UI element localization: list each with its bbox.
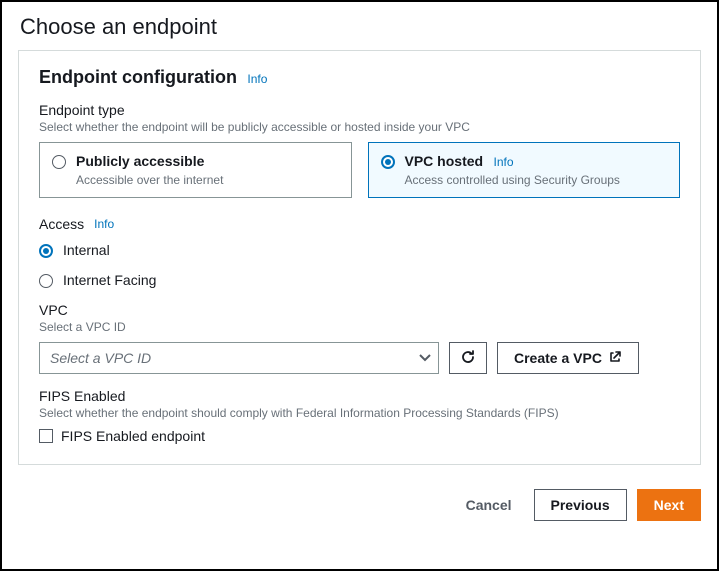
checkbox-icon bbox=[39, 429, 53, 443]
access-label: Access bbox=[39, 216, 84, 232]
refresh-icon bbox=[460, 349, 476, 368]
card-desc: Accessible over the internet bbox=[76, 173, 339, 187]
create-vpc-button[interactable]: Create a VPC bbox=[497, 342, 639, 374]
radio-icon bbox=[52, 155, 66, 169]
access-info-link[interactable]: Info bbox=[94, 217, 114, 231]
radio-icon bbox=[381, 155, 395, 169]
previous-button[interactable]: Previous bbox=[534, 489, 627, 521]
next-button[interactable]: Next bbox=[637, 489, 701, 521]
access-radio-internet-facing[interactable]: Internet Facing bbox=[39, 272, 680, 288]
refresh-button[interactable] bbox=[449, 342, 487, 374]
endpoint-type-section: Endpoint type Select whether the endpoin… bbox=[19, 102, 700, 212]
panel-info-link[interactable]: Info bbox=[247, 72, 267, 86]
vpc-card-info-link[interactable]: Info bbox=[494, 155, 514, 169]
endpoint-type-label: Endpoint type bbox=[39, 102, 680, 118]
vpc-desc: Select a VPC ID bbox=[39, 320, 680, 334]
vpc-label: VPC bbox=[39, 302, 680, 318]
vpc-select[interactable]: Select a VPC ID bbox=[39, 342, 439, 374]
radio-icon bbox=[39, 274, 53, 288]
card-title: Publicly accessible bbox=[76, 153, 204, 169]
vpc-section: VPC Select a VPC ID Select a VPC ID Crea… bbox=[19, 302, 700, 388]
radio-label: Internet Facing bbox=[63, 272, 156, 288]
fips-label: FIPS Enabled bbox=[39, 388, 680, 404]
vpc-select-placeholder: Select a VPC ID bbox=[50, 350, 151, 366]
external-link-icon bbox=[608, 350, 622, 367]
panel-header: Endpoint configuration Info bbox=[19, 51, 700, 102]
endpoint-card-vpc[interactable]: VPC hosted Info Access controlled using … bbox=[368, 142, 681, 198]
card-title: VPC hosted bbox=[405, 153, 484, 169]
endpoint-type-desc: Select whether the endpoint will be publ… bbox=[39, 120, 680, 134]
fips-desc: Select whether the endpoint should compl… bbox=[39, 406, 680, 420]
access-section: Access Info Internal Internet Facing bbox=[19, 216, 700, 302]
endpoint-card-public[interactable]: Publicly accessible Accessible over the … bbox=[39, 142, 352, 198]
wizard-footer: Cancel Previous Next bbox=[2, 477, 717, 535]
fips-checkbox-row[interactable]: FIPS Enabled endpoint bbox=[39, 428, 680, 444]
radio-icon bbox=[39, 244, 53, 258]
cancel-button[interactable]: Cancel bbox=[454, 491, 524, 519]
access-radio-internal[interactable]: Internal bbox=[39, 242, 680, 258]
create-vpc-label: Create a VPC bbox=[514, 350, 602, 366]
page-title: Choose an endpoint bbox=[2, 2, 717, 50]
panel-title: Endpoint configuration bbox=[39, 67, 237, 87]
fips-section: FIPS Enabled Select whether the endpoint… bbox=[19, 388, 700, 464]
config-panel: Endpoint configuration Info Endpoint typ… bbox=[18, 50, 701, 465]
card-desc: Access controlled using Security Groups bbox=[405, 173, 668, 187]
fips-checkbox-label: FIPS Enabled endpoint bbox=[61, 428, 205, 444]
radio-label: Internal bbox=[63, 242, 110, 258]
